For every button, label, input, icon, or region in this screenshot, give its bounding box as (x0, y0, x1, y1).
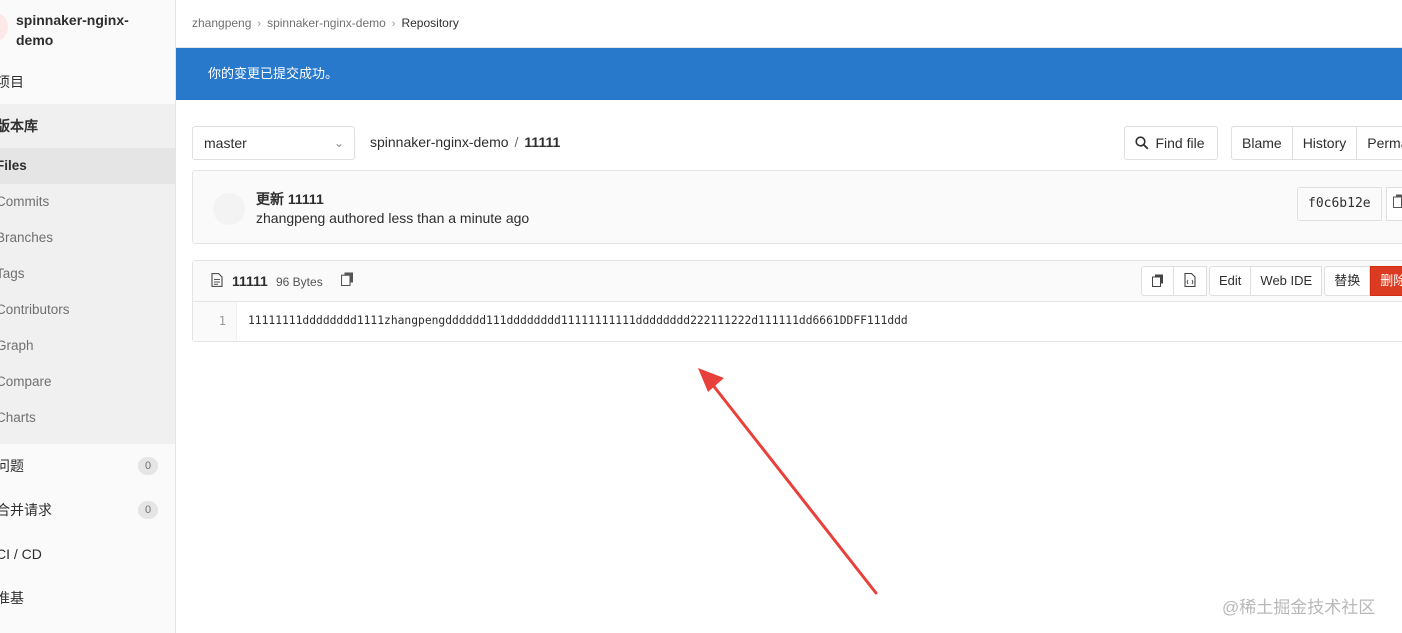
file-name: 11111 (232, 273, 268, 289)
file-viewer: 11111 96 Bytes Edit Web IDE 替换 删除 1 1111… (192, 260, 1402, 342)
sidebar-item-charts[interactable]: Charts (0, 400, 175, 444)
sidebar-item-graph[interactable]: Graph (0, 328, 175, 364)
sidebar-item-files[interactable]: Files (0, 148, 175, 184)
sidebar-item-project[interactable]: 项目 (0, 64, 175, 100)
path-project-link[interactable]: spinnaker-nginx-demo (370, 134, 509, 150)
sidebar-item-label: 准基 (0, 590, 24, 606)
file-icon (211, 272, 223, 290)
chevron-down-icon: ⌄ (333, 136, 344, 150)
commit-title[interactable]: 更新 11111 (256, 189, 324, 209)
sidebar-item-operations[interactable]: 准基 (0, 580, 175, 616)
line-number[interactable]: 1 (193, 302, 237, 341)
sidebar-item-label: 项目 (0, 74, 24, 90)
sidebar-item-label: Graph (0, 338, 34, 353)
branch-name: master (204, 135, 247, 151)
sidebar: spinnaker-nginx-demo 项目 版本库 Files Commit… (0, 0, 176, 633)
watermark: @稀土掘金技术社区 (1222, 598, 1376, 617)
breadcrumb-current[interactable]: Repository (401, 16, 458, 30)
blame-button[interactable]: Blame (1231, 126, 1293, 160)
sidebar-item-label: Tags (0, 266, 25, 281)
sidebar-item-commits[interactable]: Commits (0, 184, 175, 220)
sidebar-item-label: Contributors (0, 302, 70, 317)
project-avatar[interactable] (0, 12, 8, 42)
sidebar-item-label: Charts (0, 410, 36, 425)
breadcrumb-separator: › (257, 18, 262, 30)
replace-button[interactable]: 替换 (1324, 266, 1371, 296)
file-path: spinnaker-nginx-demo / 11111 (370, 134, 560, 150)
sidebar-item-ci-cd[interactable]: CI / CD (0, 536, 175, 572)
breadcrumb-user[interactable]: zhangpeng (192, 16, 251, 30)
last-commit-panel: 更新 11111 zhangpeng authored less than a … (192, 170, 1402, 244)
open-raw-icon[interactable] (1174, 266, 1207, 296)
merge-requests-count-badge: 0 (138, 501, 158, 519)
search-icon (1135, 127, 1149, 159)
sidebar-item-tags[interactable]: Tags (0, 256, 175, 292)
sidebar-item-label: CI / CD (0, 546, 42, 562)
sidebar-item-branches[interactable]: Branches (0, 220, 175, 256)
find-file-label: Find file (1155, 135, 1205, 151)
commit-sha[interactable]: f0c6b12e (1297, 187, 1382, 221)
sidebar-item-repository[interactable]: 版本库 (0, 104, 175, 148)
project-name[interactable]: spinnaker-nginx-demo (16, 10, 166, 50)
sidebar-item-label: 问题 (0, 458, 24, 474)
history-button[interactable]: History (1292, 126, 1358, 160)
flash-message: 你的变更已提交成功。 (208, 66, 339, 81)
find-file-button[interactable]: Find file (1124, 126, 1218, 160)
sidebar-item-contributors[interactable]: Contributors (0, 292, 175, 328)
path-file-name: 11111 (524, 134, 561, 150)
web-ide-button[interactable]: Web IDE (1251, 266, 1323, 296)
branch-dropdown[interactable]: master ⌄ (192, 126, 355, 160)
copy-source-icon[interactable] (1141, 266, 1174, 296)
file-header: 11111 96 Bytes Edit Web IDE 替换 删除 (193, 261, 1402, 302)
flash-notice: 你的变更已提交成功。 (176, 48, 1402, 100)
copy-sha-icon[interactable] (1386, 187, 1402, 221)
breadcrumb: zhangpeng › spinnaker-nginx-demo › Repositor… (192, 16, 459, 34)
sidebar-item-label: Commits (0, 194, 50, 209)
delete-button[interactable]: 删除 (1370, 266, 1402, 296)
file-view-button-group: Blame History Perma (1231, 126, 1402, 160)
sidebar-item-label: 合并请求 (0, 502, 52, 518)
breadcrumb-project[interactable]: spinnaker-nginx-demo (267, 16, 386, 30)
breadcrumb-separator: › (391, 18, 396, 30)
code-content: 11111111dddddddd1111zhangpengdddddd111dd… (248, 314, 908, 327)
file-size: 96 Bytes (276, 275, 323, 289)
sidebar-item-issues[interactable]: 问题 0 (0, 448, 175, 484)
sidebar-item-label: Branches (0, 230, 54, 245)
permalink-button[interactable]: Perma (1357, 126, 1402, 160)
sidebar-item-label: 版本库 (0, 118, 38, 134)
edit-button[interactable]: Edit (1209, 266, 1252, 296)
sidebar-item-merge-requests[interactable]: 合并请求 0 (0, 492, 175, 528)
sidebar-item-label: Files (0, 158, 27, 173)
copy-file-path-icon[interactable] (340, 272, 354, 289)
sidebar-item-compare[interactable]: Compare (0, 364, 175, 400)
path-separator: / (514, 134, 519, 150)
file-actions: Edit Web IDE 替换 删除 (1141, 266, 1402, 296)
issues-count-badge: 0 (138, 457, 158, 475)
code-line: 1 11111111dddddddd1111zhangpengdddddd111… (193, 302, 1402, 341)
sidebar-item-label: Compare (0, 374, 52, 389)
author-avatar[interactable] (213, 193, 245, 225)
commit-meta: zhangpeng authored less than a minute ag… (256, 210, 530, 226)
